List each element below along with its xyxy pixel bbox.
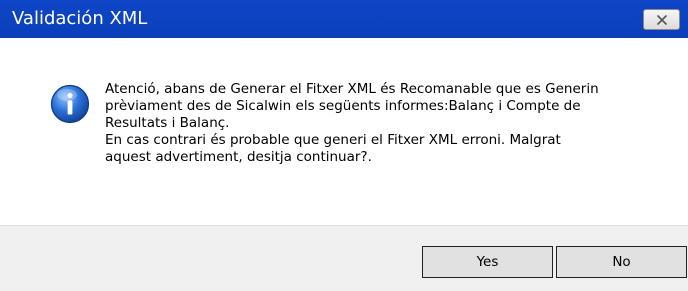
- dialog-message: Atenció, abans de Generar el Fitxer XML …: [105, 81, 665, 166]
- close-button[interactable]: [643, 9, 680, 30]
- title-bar[interactable]: Validación XML: [0, 0, 688, 38]
- no-button[interactable]: No: [556, 246, 687, 278]
- yes-button[interactable]: Yes: [422, 246, 553, 278]
- message-line: En cas contrari és probable que generi e…: [105, 132, 561, 148]
- dialog-title: Validación XML: [12, 8, 148, 29]
- message-line: prèviament des de Sicalwin els següents …: [105, 98, 581, 114]
- message-line: Atenció, abans de Generar el Fitxer XML …: [105, 81, 599, 97]
- dialog-window: Validación XML Atenció, abans de Generar…: [0, 0, 688, 291]
- message-line: aquest advertiment, desitja continuar?.: [105, 149, 372, 165]
- button-bar: Yes No: [0, 225, 688, 291]
- dialog-content: Atenció, abans de Generar el Fitxer XML …: [0, 38, 688, 225]
- message-line: Resultats i Balanç.: [105, 115, 230, 131]
- close-x-icon: [656, 14, 668, 26]
- information-icon: [50, 84, 90, 124]
